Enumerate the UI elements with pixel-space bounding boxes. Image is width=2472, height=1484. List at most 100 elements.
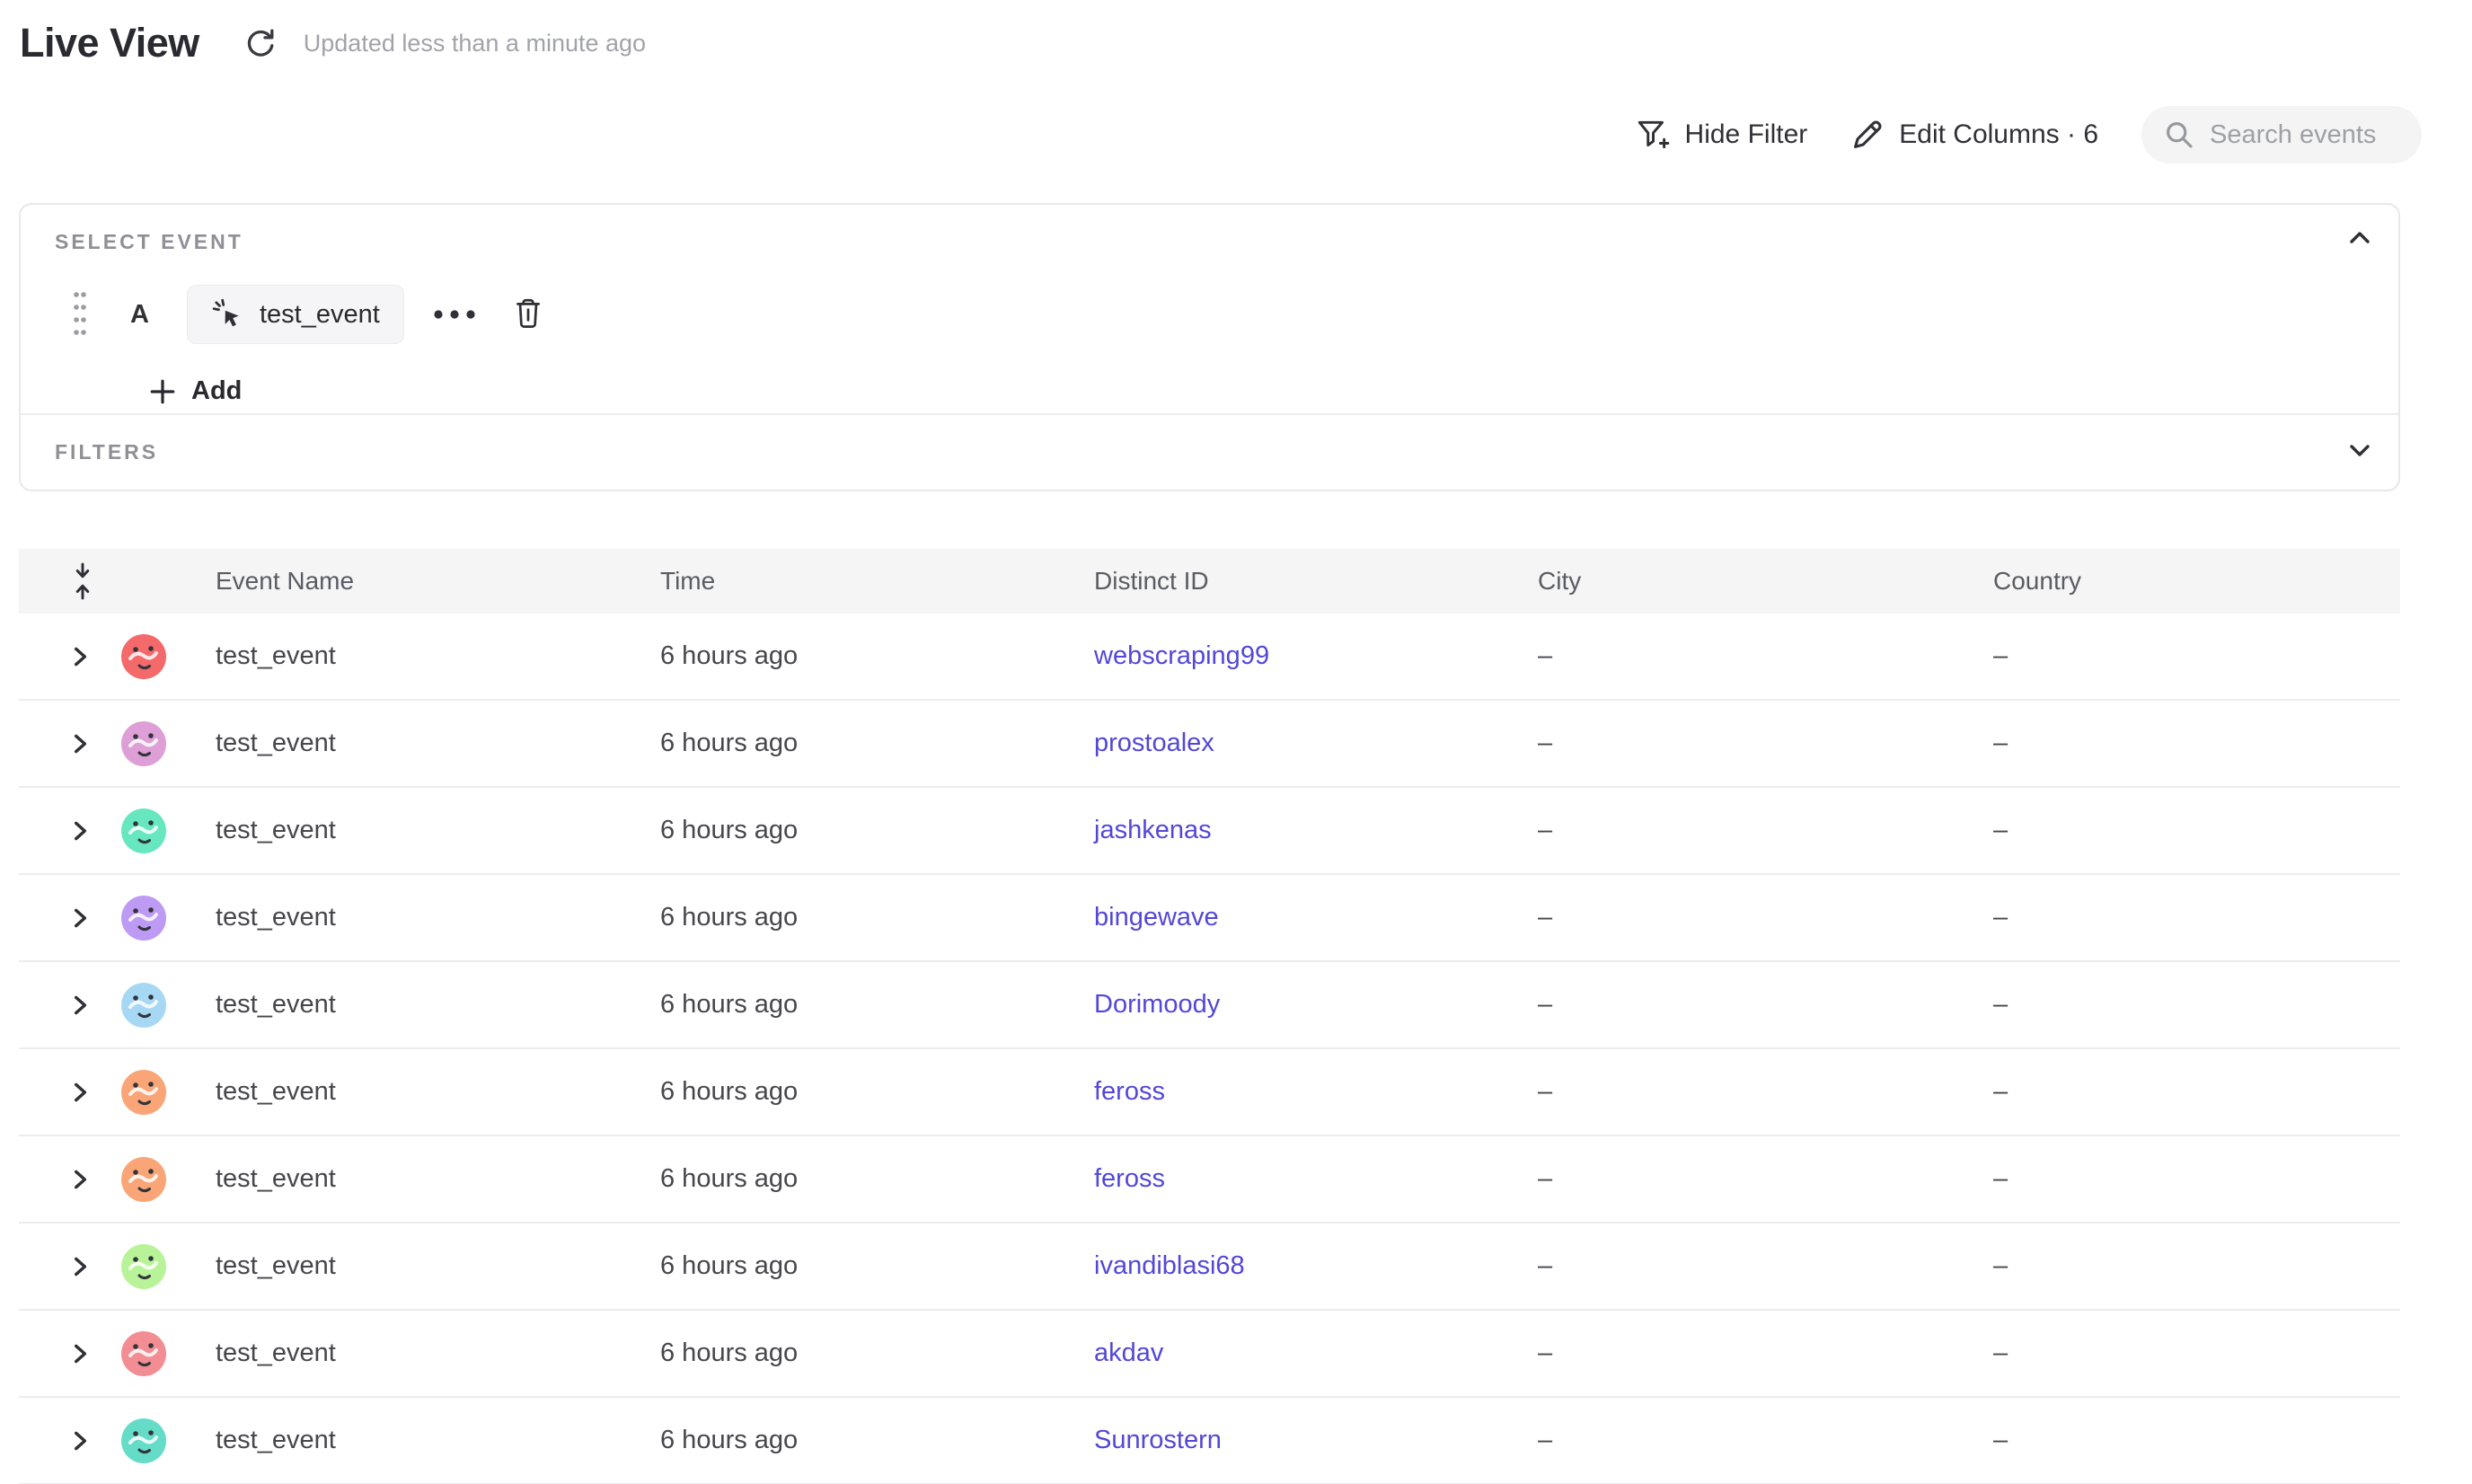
user-avatar [121,634,166,679]
chevron-right-icon [69,1427,91,1454]
event-name-cell: test_event [194,903,643,932]
toolbar: Hide Filter Edit Columns · 6 [1635,106,2422,163]
table-header-row: Event Name Time Distinct ID City Country [19,549,2400,614]
event-name-cell: test_event [194,1164,643,1194]
distinct-id-link[interactable]: bingewave [1094,903,1219,932]
column-header-country: Country [1972,567,2400,596]
distinct-id-link[interactable]: webscraping99 [1094,641,1269,670]
column-header-event-name: Event Name [194,567,643,596]
event-name-cell: test_event [194,1077,643,1107]
user-avatar [121,808,166,853]
city-cell: – [1525,1426,1972,1455]
time-cell: 6 hours ago [643,816,1083,845]
chevron-right-icon [69,643,91,670]
table-row: test_event 6 hours ago Dorimoody – – [19,962,2400,1049]
collapse-vertical-icon [71,561,94,601]
time-cell: 6 hours ago [643,1251,1083,1281]
distinct-id-link[interactable]: akdav [1094,1338,1163,1367]
event-name-cell: test_event [194,990,643,1020]
expand-row-button[interactable] [69,1079,104,1106]
city-cell: – [1525,729,1972,758]
add-event-button[interactable]: Add [148,376,242,406]
select-event-label: SELECT EVENT [55,230,2364,254]
delete-event-button[interactable] [512,296,544,332]
chevron-right-icon [69,817,91,844]
user-avatar [121,1418,166,1463]
drag-handle[interactable] [71,287,89,341]
event-clause-row: A test_event [55,285,2364,344]
city-cell: – [1525,1251,1972,1281]
city-cell: – [1525,1164,1972,1194]
edit-columns-button[interactable]: Edit Columns · 6 [1850,118,2098,152]
live-view-page: Live View Updated less than a minute ago… [0,0,2472,1484]
distinct-id-link[interactable]: prostoalex [1094,729,1214,757]
distinct-id-link[interactable]: feross [1094,1164,1165,1193]
filters-label: FILTERS [55,440,158,464]
chevron-right-icon [69,1253,91,1280]
search-icon [2163,119,2195,151]
city-cell: – [1525,816,1972,845]
select-event-section: SELECT EVENT [21,205,2398,413]
table-body: test_event 6 hours ago webscraping99 – – [19,614,2400,1484]
collapse-all-rows-button[interactable] [71,561,104,601]
expand-row-button[interactable] [69,905,104,932]
time-cell: 6 hours ago [643,1426,1083,1455]
chevron-right-icon [69,1079,91,1106]
city-cell: – [1525,903,1972,932]
user-avatar [121,721,166,766]
country-cell: – [1972,990,2400,1020]
country-cell: – [1972,903,2400,932]
filter-plus-icon [1635,118,1671,152]
collapse-section-button[interactable] [2344,226,2375,248]
search-box [2141,106,2422,163]
events-table: Event Name Time Distinct ID City Country [19,549,2400,1484]
table-row: test_event 6 hours ago webscraping99 – – [19,614,2400,701]
expand-row-button[interactable] [69,1427,104,1454]
distinct-id-link[interactable]: ivandiblasi68 [1094,1251,1245,1280]
expand-row-button[interactable] [69,643,104,670]
column-header-distinct-id: Distinct ID [1083,567,1525,596]
query-builder-card: SELECT EVENT [19,203,2400,491]
country-cell: – [1972,641,2400,671]
expand-filters-button[interactable] [2344,440,2375,462]
event-selector-chip[interactable]: test_event [187,285,404,344]
city-cell: – [1525,990,1972,1020]
page-title: Live View [20,20,199,66]
event-name-cell: test_event [194,1251,643,1281]
chevron-up-icon [2344,226,2375,248]
time-cell: 6 hours ago [643,903,1083,932]
distinct-id-link[interactable]: Sunrostern [1094,1426,1222,1454]
more-options-button[interactable] [431,307,478,322]
pencil-icon [1850,118,1885,152]
refresh-icon [243,25,278,61]
country-cell: – [1972,816,2400,845]
chevron-down-icon [2344,440,2375,462]
city-cell: – [1525,641,1972,671]
event-chip-label: test_event [260,300,380,330]
refresh-button[interactable] [243,25,278,61]
expand-row-button[interactable] [69,1166,104,1193]
time-cell: 6 hours ago [643,1164,1083,1194]
event-name-cell: test_event [194,1426,643,1455]
distinct-id-link[interactable]: jashkenas [1094,816,1212,844]
column-header-city: City [1525,567,1972,596]
cursor-click-icon [211,297,245,331]
country-cell: – [1972,1164,2400,1194]
user-avatar [121,896,166,941]
expand-row-button[interactable] [69,1253,104,1280]
country-cell: – [1972,729,2400,758]
hide-filter-button[interactable]: Hide Filter [1635,118,1808,152]
distinct-id-link[interactable]: Dorimoody [1094,990,1220,1019]
time-cell: 6 hours ago [643,990,1083,1020]
expand-row-button[interactable] [69,992,104,1019]
expand-row-button[interactable] [69,1340,104,1367]
time-cell: 6 hours ago [643,641,1083,671]
filters-section: FILTERS [21,413,2398,490]
expand-row-button[interactable] [69,817,104,844]
expand-row-button[interactable] [69,730,104,757]
event-name-cell: test_event [194,729,643,758]
distinct-id-link[interactable]: feross [1094,1077,1165,1106]
chevron-right-icon [69,992,91,1019]
plus-icon [148,377,177,406]
search-input[interactable] [2210,120,2398,150]
